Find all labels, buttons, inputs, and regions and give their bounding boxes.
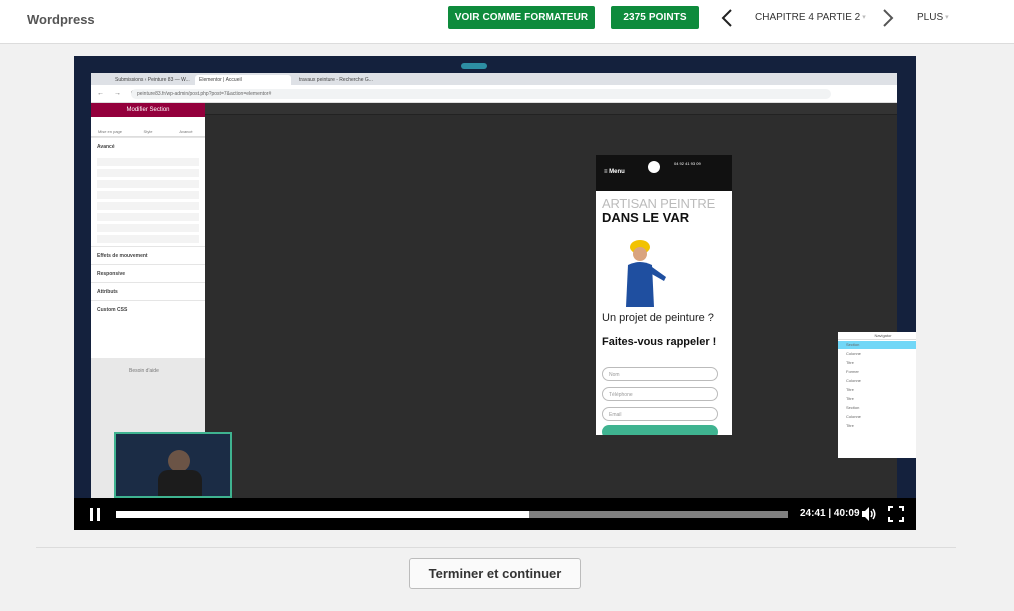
panel-field bbox=[97, 235, 199, 243]
navigator-row: Former bbox=[846, 369, 859, 374]
address-bar: ← → ⟳ peinture83.fr/wp-admin/post.php?po… bbox=[91, 85, 897, 103]
panel-tab: Style bbox=[143, 129, 153, 134]
navigator-row: Titre bbox=[846, 360, 854, 365]
caret-down-icon: ▾ bbox=[862, 14, 866, 22]
browser-tab: Submissions ‹ Peinture 83 — W... bbox=[115, 77, 190, 83]
seek-bar[interactable] bbox=[116, 511, 788, 518]
presenter-head bbox=[168, 450, 190, 472]
preview-question: Un projet de peinture ? bbox=[602, 312, 714, 324]
navigator-panel: Navigator Section Colonne Titre Former C… bbox=[838, 332, 916, 458]
panel-field bbox=[97, 158, 199, 166]
fullscreen-icon[interactable] bbox=[888, 506, 904, 522]
browser-tab: travaux peinture - Recherche G... bbox=[299, 77, 373, 83]
webcam-overlay bbox=[114, 432, 232, 498]
navigator-row: Titre bbox=[846, 423, 854, 428]
navigator-row: Section bbox=[838, 341, 916, 349]
panel-title: Modifier Section bbox=[91, 103, 205, 117]
panel-section: Avancé bbox=[91, 137, 205, 155]
browser-tab: Elementor | Accueil bbox=[195, 75, 291, 85]
course-title[interactable]: Wordpress bbox=[27, 12, 95, 27]
navigator-row: Colonne bbox=[846, 351, 861, 356]
navigator-row: Titre bbox=[846, 396, 854, 401]
panel-field bbox=[97, 169, 199, 177]
preview-cta: Faites-vous rappeler ! bbox=[602, 336, 717, 348]
browser-tabs: Submissions ‹ Peinture 83 — W... Element… bbox=[91, 73, 897, 85]
preview-send-button bbox=[602, 425, 718, 435]
panel-section: Effets de mouvement bbox=[91, 246, 205, 264]
divider bbox=[36, 547, 956, 548]
video-player[interactable]: Submissions ‹ Peinture 83 — W... Element… bbox=[74, 56, 916, 530]
caret-down-icon: ▾ bbox=[945, 14, 949, 22]
video-controls: 24:41 | 40:09 bbox=[74, 498, 916, 530]
editor-canvas: ≡ Menu 04 92 41 93 09 ARTISAN PEINTRE DA… bbox=[205, 103, 916, 513]
more-label: PLUS bbox=[917, 12, 944, 23]
finish-continue-button[interactable]: Terminer et continuer bbox=[409, 558, 581, 589]
panel-field bbox=[97, 202, 199, 210]
help-label: Besoin d'aide bbox=[129, 368, 159, 374]
panel-section: Attributs bbox=[91, 282, 205, 300]
volume-icon[interactable] bbox=[861, 506, 877, 522]
seek-bar-progress bbox=[116, 511, 530, 518]
preview-phone: 04 92 41 93 09 bbox=[674, 161, 701, 166]
preview-header: ≡ Menu 04 92 41 93 09 bbox=[596, 155, 732, 191]
chapter-selector[interactable]: CHAPITRE 4 PARTIE 2 ▾ bbox=[755, 12, 866, 23]
preview-tagline-bold: DANS LE VAR bbox=[602, 210, 690, 225]
chevron-right-icon[interactable] bbox=[881, 8, 895, 28]
mobile-preview: ≡ Menu 04 92 41 93 09 ARTISAN PEINTRE DA… bbox=[596, 155, 732, 435]
chevron-left-icon[interactable] bbox=[720, 8, 734, 28]
pause-icon[interactable] bbox=[89, 508, 101, 521]
url-field: peinture83.fr/wp-admin/post.php?post=7&a… bbox=[131, 89, 831, 99]
preview-name-field: Nom bbox=[602, 367, 718, 381]
time-display: 24:41 | 40:09 bbox=[800, 508, 860, 519]
preview-menu-label: Menu bbox=[609, 169, 625, 175]
chapter-label: CHAPITRE 4 PARTIE 2 bbox=[755, 12, 861, 23]
panel-section: Responsive bbox=[91, 264, 205, 282]
navigator-row: Colonne bbox=[846, 414, 861, 419]
recording-badge bbox=[461, 63, 487, 69]
navigator-row: Colonne bbox=[846, 378, 861, 383]
top-bar: Wordpress VOIR COMME FORMATEUR 2375 POIN… bbox=[0, 0, 1014, 44]
navigator-row: Section bbox=[846, 405, 860, 410]
preview-tagline-light: ARTISAN PEINTRE bbox=[602, 196, 716, 211]
panel-field bbox=[97, 224, 199, 232]
panel-tabs: Mise en page Style Avancé bbox=[91, 117, 205, 137]
preview-email-field: Email bbox=[602, 407, 718, 421]
canvas-toolbar bbox=[205, 103, 897, 115]
panel-tab: Mise en page bbox=[97, 129, 122, 134]
view-as-trainer-button[interactable]: VOIR COMME FORMATEUR bbox=[448, 6, 595, 29]
points-button[interactable]: 2375 POINTS bbox=[611, 6, 699, 29]
painter-illustration bbox=[626, 240, 666, 307]
logo-icon bbox=[648, 161, 660, 173]
panel-tab: Avancé bbox=[179, 129, 193, 134]
panel-section: Custom CSS bbox=[91, 300, 205, 318]
navigator-title: Navigator bbox=[838, 332, 916, 340]
navigator-row: Titre bbox=[846, 387, 854, 392]
panel-field bbox=[97, 180, 199, 188]
preview-phone-field: Téléphone bbox=[602, 387, 718, 401]
preview-menu: ≡ Menu bbox=[604, 169, 625, 175]
panel-field bbox=[97, 191, 199, 199]
more-menu[interactable]: PLUS ▾ bbox=[917, 12, 949, 23]
presenter-body bbox=[158, 470, 202, 496]
panel-field bbox=[97, 213, 199, 221]
